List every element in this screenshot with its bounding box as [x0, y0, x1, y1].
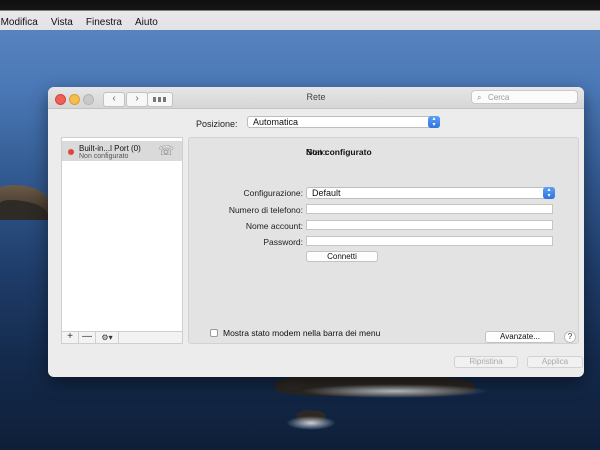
location-popup[interactable]: Automatica ▴ ▾ [247, 116, 440, 128]
service-item-builtin-port[interactable]: Built-in...l Port (0) Non configurato ☏ [62, 141, 182, 161]
password-field[interactable] [306, 236, 553, 246]
apply-button[interactable]: Applica [527, 356, 583, 368]
menu-bar-items: o Modifica Vista Finestra Aiuto [0, 17, 158, 28]
search-icon: ⌕ [477, 93, 482, 102]
wallpaper-foam [300, 384, 490, 398]
popup-arrows-icon: ▴ ▾ [543, 187, 555, 199]
title-bar[interactable]: ‹ › Rete ⌕ Cerca [48, 87, 584, 109]
service-list-toolbar: + — ⚙▾ [61, 331, 183, 344]
configuration-value: Default [312, 188, 341, 198]
service-name: Built-in...l Port (0) [79, 144, 141, 153]
service-status: Non configurato [79, 153, 129, 160]
menu-item-finestra[interactable]: Finestra [86, 17, 122, 28]
location-value: Automatica [253, 117, 299, 127]
account-name-label: Nome account: [245, 221, 303, 231]
advanced-button[interactable]: Avanzate... [485, 331, 555, 343]
phone-modem-icon: ☏ [158, 143, 175, 158]
phone-number-label: Numero di telefono: [228, 205, 303, 215]
password-label: Password: [263, 237, 303, 247]
modem-status-checkbox[interactable] [210, 329, 218, 337]
network-preferences-window: ‹ › Rete ⌕ Cerca Posizione: Automatica ▴… [48, 87, 584, 377]
gear-icon: ⚙▾ [101, 333, 113, 342]
phone-number-field[interactable] [306, 204, 553, 214]
help-button[interactable]: ? [564, 331, 576, 343]
menu-item-modifica[interactable]: Modifica [1, 17, 38, 28]
detail-panel: Stato: Non configurato Configurazione: D… [188, 137, 579, 344]
action-menu-button[interactable]: ⚙▾ [96, 332, 119, 343]
configuration-popup[interactable]: Default ▴ ▾ [306, 187, 555, 199]
account-name-field[interactable] [306, 220, 553, 230]
search-field[interactable]: ⌕ Cerca [471, 90, 578, 104]
search-placeholder: Cerca [488, 93, 510, 102]
menu-bar: o Modifica Vista Finestra Aiuto [0, 0, 600, 30]
add-service-button[interactable]: + [62, 332, 79, 343]
remove-service-button[interactable]: — [79, 332, 96, 343]
menu-item-vista[interactable]: Vista [51, 17, 73, 28]
status-value: Non configurato [306, 147, 372, 157]
status-dot-icon [68, 149, 74, 155]
configuration-label: Configurazione: [243, 188, 303, 198]
location-label: Posizione: [196, 119, 238, 129]
revert-button[interactable]: Ripristina [454, 356, 518, 368]
menu-item-aiuto[interactable]: Aiuto [135, 17, 158, 28]
connect-button[interactable]: Connetti [306, 251, 378, 262]
wallpaper-rock-foam [286, 416, 336, 430]
modem-status-checkbox-label: Mostra stato modem nella barra dei menu [223, 328, 381, 338]
wallpaper-rock [282, 380, 304, 390]
popup-arrows-icon: ▴ ▾ [428, 116, 440, 128]
service-list: Built-in...l Port (0) Non configurato ☏ [61, 137, 183, 344]
